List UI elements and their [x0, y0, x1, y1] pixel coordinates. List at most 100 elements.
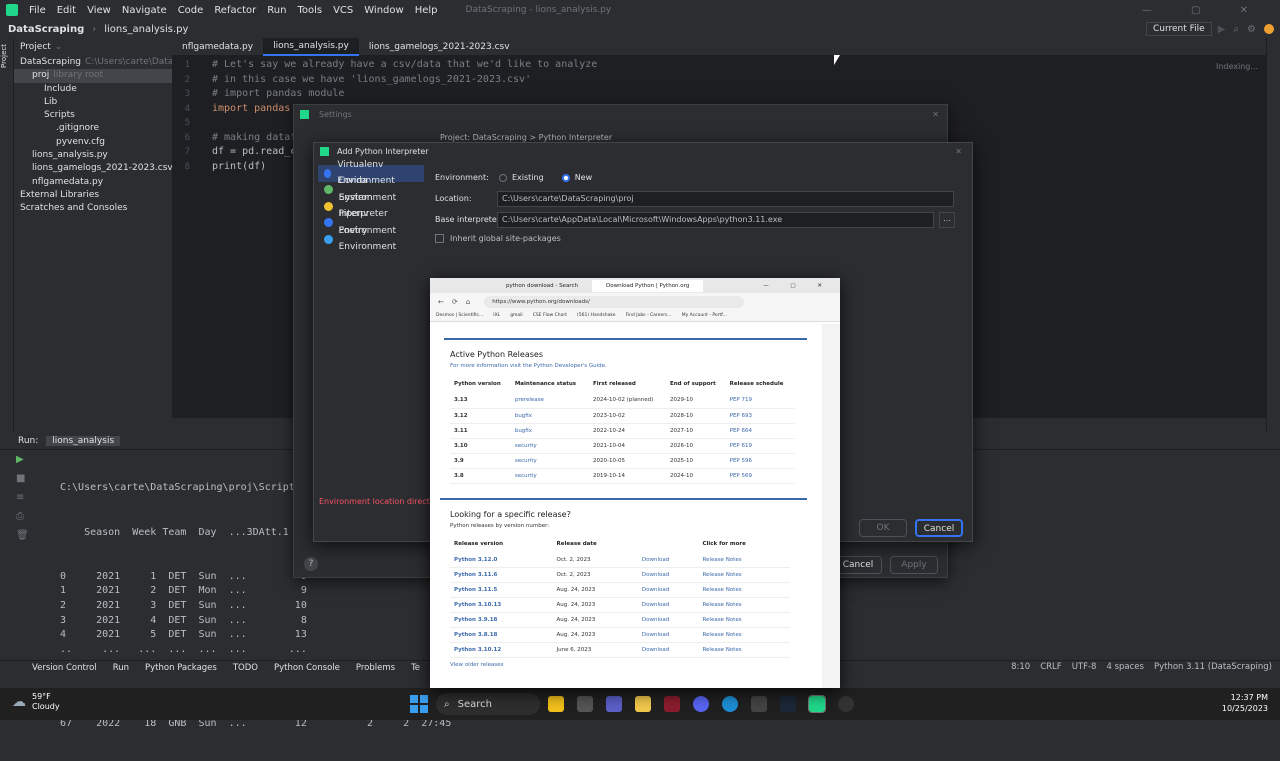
table-cell[interactable]: Python 3.10.13 — [450, 597, 553, 613]
developer-guide-link[interactable]: For more information visit the Python De… — [450, 363, 821, 369]
tree-item[interactable]: lions_gamelogs_2021-2023.csv — [14, 162, 186, 175]
table-cell[interactable]: Release Notes — [698, 627, 790, 643]
line-separator[interactable]: CRLF — [1040, 662, 1061, 672]
file-encoding[interactable]: UTF-8 — [1072, 662, 1097, 672]
rerun-icon[interactable]: ▶ — [16, 454, 32, 465]
table-cell[interactable]: Download — [637, 642, 699, 658]
edge-icon[interactable] — [722, 696, 738, 712]
table-cell[interactable]: prerelease — [510, 393, 589, 409]
bottom-tab[interactable]: TODO — [233, 663, 258, 673]
table-cell[interactable]: security — [510, 453, 589, 469]
caret-position[interactable]: 8:10 — [1011, 662, 1030, 672]
table-cell[interactable]: Download — [637, 597, 699, 613]
menu-tools[interactable]: Tools — [297, 5, 322, 16]
cancel-button[interactable]: Cancel — [915, 519, 963, 537]
tree-item[interactable]: .gitignore — [14, 122, 186, 135]
bottom-tab[interactable]: Python Console — [274, 663, 340, 673]
table-cell[interactable]: security — [510, 468, 589, 484]
breadcrumb-project[interactable]: DataScraping — [8, 24, 84, 35]
tree-item[interactable]: nflgamedata.py — [14, 176, 186, 189]
bookmark-item[interactable]: IXL — [493, 313, 500, 318]
weather-widget[interactable]: ☁ 59°F Cloudy — [12, 692, 60, 712]
menu-edit[interactable]: Edit — [57, 5, 76, 16]
menu-window[interactable]: Window — [364, 5, 403, 16]
bookmark-item[interactable]: (561) Handshake — [577, 313, 616, 318]
windows-start-icon[interactable] — [410, 695, 428, 713]
ok-button[interactable]: OK — [859, 519, 907, 537]
tree-item[interactable]: Scratches and Consoles — [14, 202, 186, 215]
menu-view[interactable]: View — [87, 5, 111, 16]
browser-tab-search[interactable]: python download - Search — [492, 283, 592, 289]
tree-item[interactable]: proj library root — [14, 69, 186, 83]
chevron-down-icon[interactable]: ⌄ — [55, 42, 63, 52]
discord-icon[interactable] — [693, 696, 709, 712]
task-view-icon[interactable] — [577, 696, 593, 712]
table-cell[interactable]: Python 3.12.0 — [450, 552, 553, 568]
run-config-select[interactable]: Current File — [1145, 22, 1212, 36]
menu-vcs[interactable]: VCS — [333, 5, 353, 16]
env-type-item[interactable]: Poetry Environment — [318, 226, 424, 252]
indent-setting[interactable]: 4 spaces — [1106, 662, 1143, 672]
menu-run[interactable]: Run — [267, 5, 286, 16]
store-icon[interactable] — [751, 696, 767, 712]
table-cell[interactable]: Release Notes — [698, 612, 790, 628]
close-icon[interactable]: ✕ — [932, 110, 939, 119]
table-cell[interactable]: Python 3.11.5 — [450, 582, 553, 598]
tab-lions-analysis[interactable]: lions_analysis.py — [263, 37, 359, 56]
table-cell[interactable]: PEP 596 — [725, 453, 795, 469]
tree-item[interactable]: DataScraping C:\Users\carte\DataScrap — [14, 56, 199, 69]
table-cell[interactable]: bugfix — [510, 423, 589, 439]
settings-apply-button[interactable]: Apply — [890, 556, 938, 574]
table-cell[interactable]: Download — [637, 627, 699, 643]
close-icon[interactable]: ✕ — [955, 147, 962, 156]
menu-file[interactable]: File — [29, 5, 46, 16]
table-cell[interactable]: Download — [637, 552, 699, 568]
bookmark-item[interactable]: Find Jobs - Careers... — [626, 313, 672, 318]
app-icon[interactable] — [664, 696, 680, 712]
taskbar-search[interactable]: ⌕ Search — [436, 693, 540, 715]
menu-navigate[interactable]: Navigate — [122, 5, 167, 16]
table-cell[interactable]: Release Notes — [698, 582, 790, 598]
tree-item[interactable]: Lib — [14, 96, 186, 109]
bookmark-item[interactable]: My Account - Portf... — [682, 313, 727, 318]
browser-tab-python[interactable]: Download Python | Python.org — [591, 279, 704, 292]
table-cell[interactable]: Python 3.10.12 — [450, 642, 553, 658]
menu-help[interactable]: Help — [415, 5, 438, 16]
table-cell[interactable]: Python 3.9.18 — [450, 612, 553, 628]
run-config-tab[interactable]: lions_analysis — [46, 435, 121, 446]
project-tool-button[interactable]: Project — [0, 44, 8, 68]
search-icon[interactable]: ⌕ — [1233, 24, 1239, 35]
browser-window-controls[interactable]: — ▢ ✕ — [763, 283, 832, 289]
tree-item[interactable]: Scripts — [14, 109, 186, 122]
bookmark-item[interactable]: gmail — [510, 313, 523, 318]
table-cell[interactable]: Release Notes — [698, 642, 790, 658]
widgets-icon[interactable] — [548, 696, 564, 712]
new-radio[interactable] — [561, 173, 570, 182]
breadcrumb-file[interactable]: lions_analysis.py — [104, 24, 188, 35]
print-icon[interactable]: ⎙ — [16, 511, 32, 522]
trash-icon[interactable]: 🗑 — [16, 530, 32, 541]
bottom-tab[interactable]: Run — [113, 663, 129, 673]
media-player-icon[interactable] — [838, 696, 854, 712]
updates-icon[interactable] — [1264, 24, 1274, 34]
bottom-tab[interactable]: Version Control — [32, 663, 97, 673]
file-explorer-icon[interactable] — [635, 696, 651, 712]
table-cell[interactable]: Download — [637, 567, 699, 583]
table-cell[interactable]: security — [510, 438, 589, 454]
browse-button[interactable]: … — [939, 212, 955, 228]
base-interpreter-select[interactable]: C:\Users\carte\AppData\Local\Microsoft\W… — [497, 212, 934, 228]
table-cell[interactable]: Release Notes — [698, 567, 790, 583]
nav-buttons-icon[interactable]: ←⟳⌂ — [438, 298, 478, 306]
table-cell[interactable]: PEP 664 — [725, 423, 795, 439]
stop-icon[interactable]: ■ — [16, 473, 32, 484]
interpreter-status[interactable]: Python 3.11 (DataScraping) — [1154, 662, 1272, 672]
tree-item[interactable]: pyvenv.cfg — [14, 136, 186, 149]
system-clock[interactable]: 12:37 PM 10/25/2023 — [1222, 692, 1268, 714]
tree-item[interactable]: External Libraries — [14, 189, 186, 202]
help-icon[interactable]: ? — [304, 557, 318, 571]
bookmark-item[interactable]: CSE Flow Chart — [533, 313, 567, 318]
table-cell[interactable]: PEP 569 — [725, 468, 795, 484]
existing-radio[interactable] — [499, 173, 507, 182]
table-cell[interactable]: PEP 693 — [725, 408, 795, 424]
bottom-tab[interactable]: Python Packages — [145, 663, 217, 673]
